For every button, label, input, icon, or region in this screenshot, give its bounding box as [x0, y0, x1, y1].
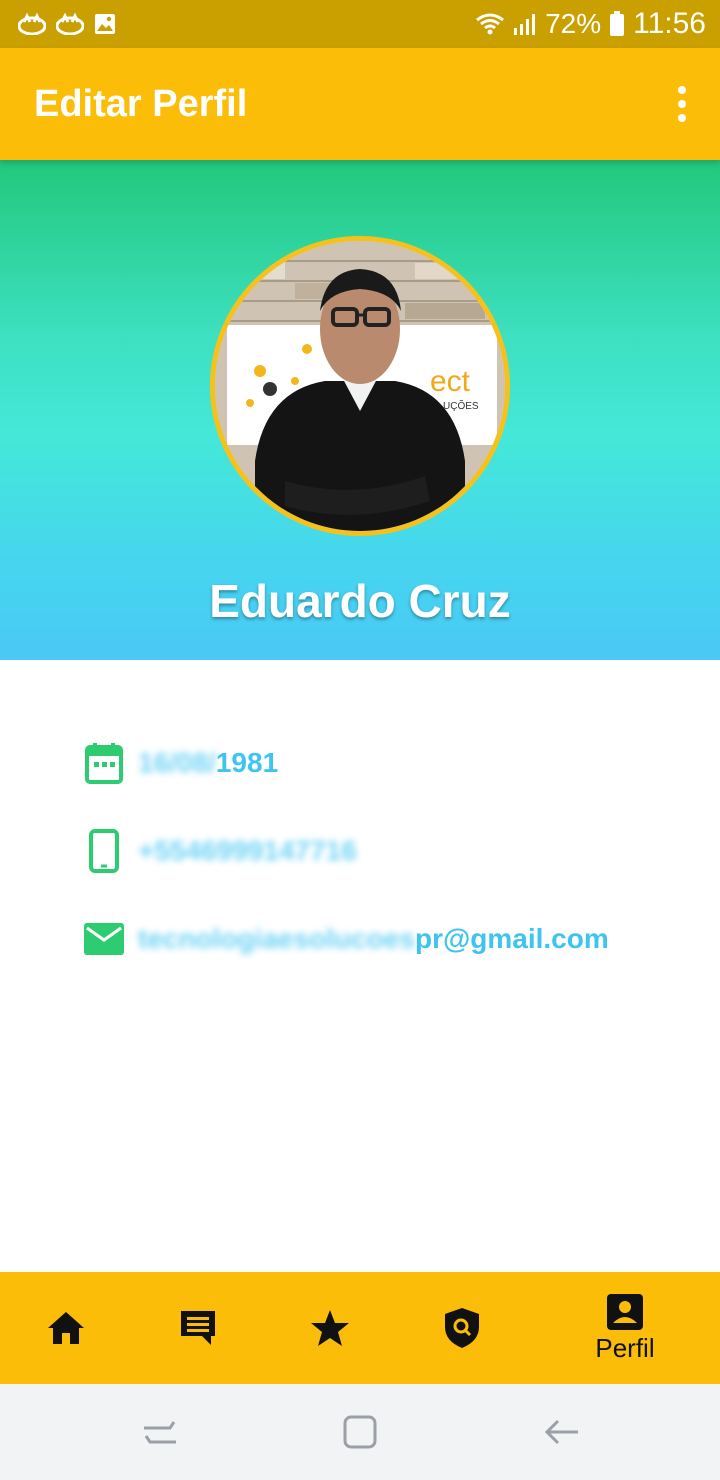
nav-home[interactable]: [36, 1272, 96, 1384]
notification-icon: [56, 13, 84, 35]
screen: 72% 11:56 Editar Perfil ect UÇÕES Eduard…: [0, 0, 720, 1480]
page-title: Editar Perfil: [34, 82, 248, 125]
clock: 11:56: [633, 7, 706, 40]
profile-photo: ect UÇÕES: [215, 241, 505, 531]
shield-search-icon: [445, 1308, 479, 1348]
phone-row[interactable]: +5546999147716: [82, 828, 682, 874]
birthdate-year: 1981: [215, 747, 279, 778]
email-row[interactable]: tecnologiaesolucoes pr@gmail.com: [82, 916, 682, 962]
app-bar: Editar Perfil: [0, 48, 720, 160]
phone-number: +5546999147716: [138, 835, 357, 866]
image-icon: [95, 14, 115, 34]
star-icon: [311, 1310, 349, 1346]
svg-text:ect: ect: [430, 365, 471, 398]
back-icon[interactable]: [542, 1412, 582, 1452]
nav-favorites[interactable]: [300, 1272, 360, 1384]
info-list: 16/08/1981 +5546999147716 tecnologiaesol…: [82, 740, 682, 1004]
account-box-icon: [607, 1293, 643, 1330]
nav-profile[interactable]: Perfil: [580, 1272, 670, 1384]
signal-icon: [514, 14, 536, 35]
birthdate-row[interactable]: 16/08/1981: [82, 740, 682, 786]
profile-name: Eduardo Cruz: [209, 575, 511, 627]
status-left: [18, 13, 116, 35]
notification-icon: [18, 13, 46, 35]
avatar[interactable]: ect UÇÕES: [210, 236, 510, 536]
wifi-icon: [476, 13, 505, 35]
home-icon: [48, 1312, 84, 1344]
nav-search[interactable]: [432, 1272, 492, 1384]
birthdate-hidden: 16/08/: [138, 747, 216, 778]
home-square-icon[interactable]: [340, 1412, 380, 1452]
battery-icon: [610, 11, 625, 36]
system-navigation: [0, 1384, 720, 1480]
phone-icon: [82, 829, 126, 873]
email-domain: pr@gmail.com: [414, 923, 609, 954]
bottom-navigation: Perfil: [0, 1272, 720, 1384]
email-hidden: tecnologiaesolucoes: [138, 923, 415, 954]
chat-icon: [181, 1311, 215, 1345]
calendar-icon: [82, 741, 126, 785]
recents-icon[interactable]: [140, 1412, 180, 1452]
email-icon: [82, 917, 126, 961]
profile-header: ect UÇÕES Eduardo Cruz: [0, 160, 720, 660]
status-right: 72% 11:56: [475, 7, 706, 41]
svg-text:UÇÕES: UÇÕES: [443, 399, 479, 412]
nav-messages[interactable]: [168, 1272, 228, 1384]
more-vert-icon[interactable]: [672, 86, 692, 122]
status-bar: 72% 11:56: [0, 0, 720, 48]
battery-percent: 72%: [545, 8, 602, 39]
nav-profile-label: Perfil: [595, 1332, 655, 1363]
